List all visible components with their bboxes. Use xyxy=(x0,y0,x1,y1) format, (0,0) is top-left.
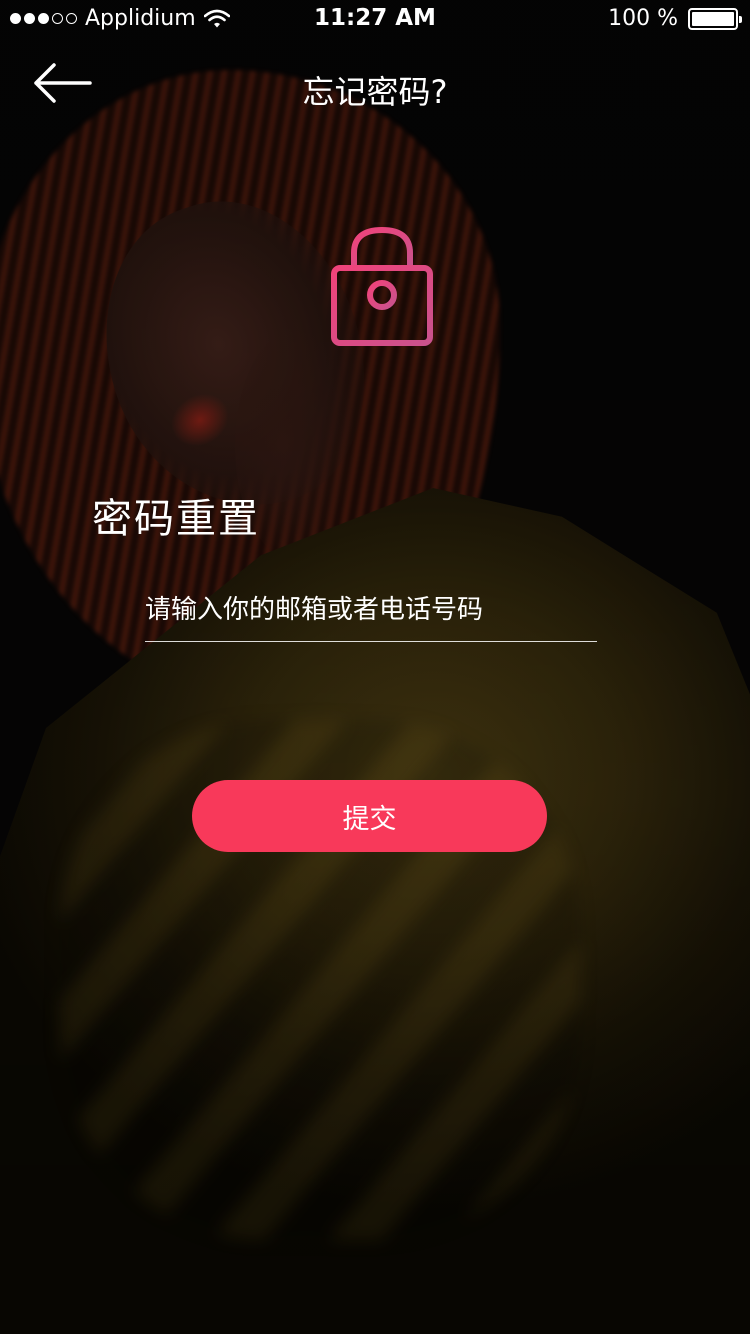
reset-password-title: 密码重置 xyxy=(92,496,260,542)
page-title: 忘记密码? xyxy=(302,73,448,111)
battery-percent: 100 % xyxy=(608,6,678,31)
status-bar: Applidium 11:27 AM 100 % xyxy=(0,0,750,40)
contact-field xyxy=(145,582,597,642)
navigation-bar: 忘记密码? xyxy=(0,40,750,130)
status-right: 100 % xyxy=(608,6,742,31)
battery-fill xyxy=(692,11,734,26)
background-photo xyxy=(0,0,750,1334)
submit-button[interactable]: 提交 xyxy=(192,780,547,852)
battery-icon xyxy=(688,7,742,30)
lock-icon xyxy=(331,226,433,346)
photo-shade xyxy=(0,0,750,1334)
contact-input[interactable] xyxy=(145,582,597,638)
